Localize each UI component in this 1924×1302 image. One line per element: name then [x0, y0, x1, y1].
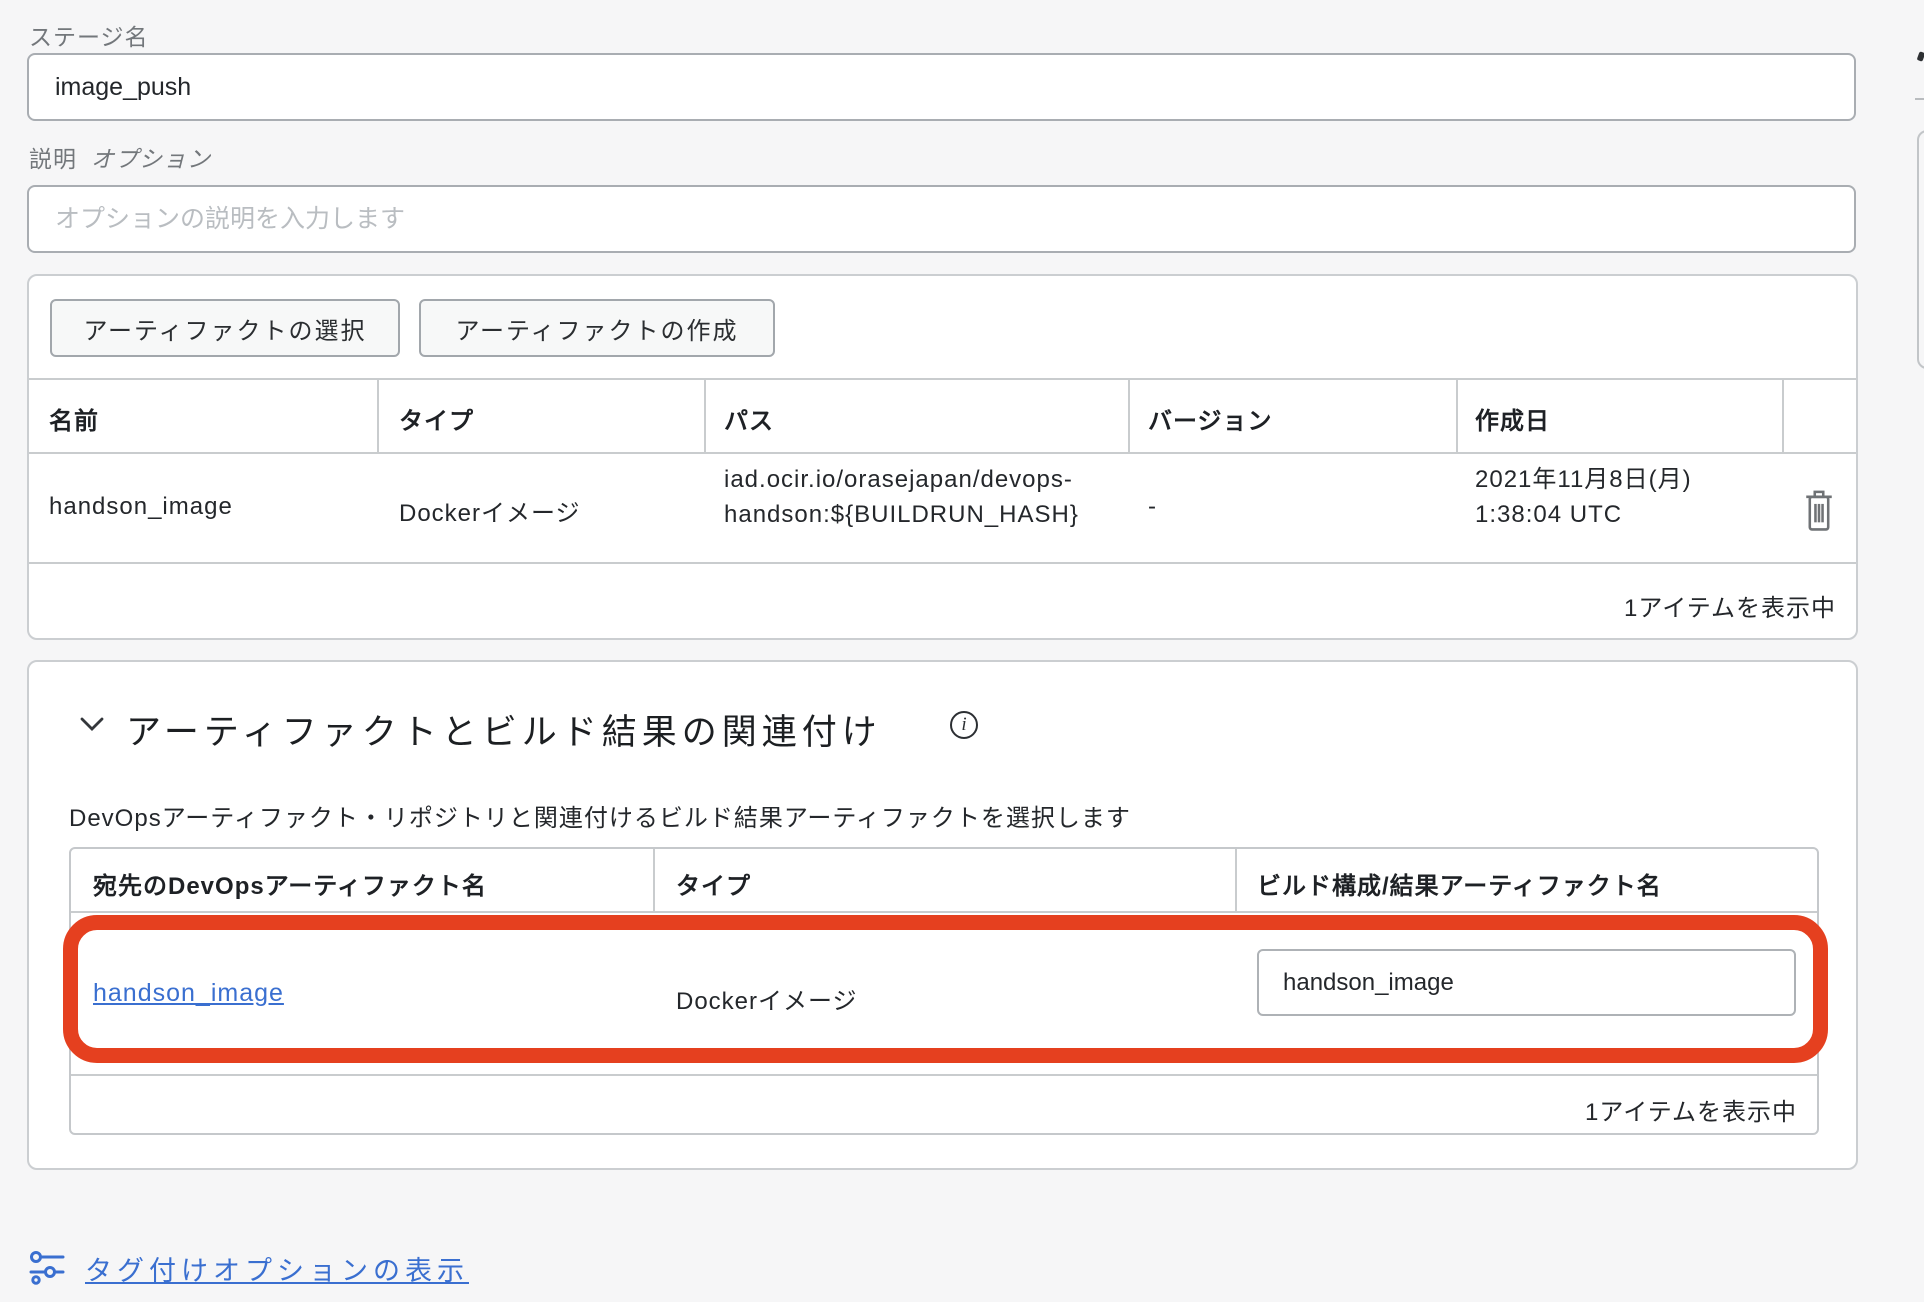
tagging-options-link[interactable]: タグ付けオプションの表示: [85, 1249, 469, 1288]
column-header-name: 名前: [49, 401, 99, 436]
build-artifact-input[interactable]: [1257, 949, 1796, 1016]
column-header-path: パス: [724, 401, 774, 436]
artifact-name-cell: handson_image: [49, 493, 233, 521]
description-label: 説明オプション: [29, 140, 211, 174]
column-header-build-artifact: ビルド構成/結果アーティファクト名: [1257, 866, 1662, 901]
column-header-target-artifact: 宛先のDevOpsアーティファクト名: [93, 866, 487, 901]
column-header-version: バージョン: [1148, 401, 1273, 436]
description-input[interactable]: [27, 185, 1856, 253]
column-divider: [1782, 378, 1784, 452]
column-divider: [704, 378, 706, 452]
column-header-type: タイプ: [676, 866, 751, 901]
trash-icon: [1802, 521, 1836, 536]
association-description: DevOpsアーティファクト・リポジトリと関連付けるビルド結果アーティファクトを…: [69, 798, 1131, 833]
artifact-created-line1: 2021年11月8日(月): [1475, 462, 1692, 497]
artifact-table-footer: 1アイテムを表示中: [1624, 588, 1836, 623]
column-divider: [1456, 378, 1458, 452]
table-row-border: [29, 562, 1856, 564]
stage-name-input[interactable]: [27, 53, 1856, 121]
chevron-down-icon: [79, 719, 105, 736]
column-header-created: 作成日: [1475, 401, 1550, 436]
association-type-cell: Dockerイメージ: [676, 981, 858, 1016]
info-icon[interactable]: i: [950, 711, 978, 739]
artifact-created-cell: 2021年11月8日(月) 1:38:04 UTC: [1475, 462, 1692, 532]
column-divider: [1128, 378, 1130, 452]
delete-artifact-button[interactable]: [1799, 488, 1839, 536]
column-divider: [1235, 849, 1237, 911]
association-table: 宛先のDevOpsアーティファクト名 タイプ ビルド構成/結果アーティファクト名…: [69, 847, 1819, 1135]
association-panel: アーティファクトとビルド結果の関連付け i DevOpsアーティファクト・リポジ…: [27, 660, 1858, 1170]
collapse-toggle[interactable]: [79, 716, 105, 737]
table-header-border: [29, 452, 1856, 454]
table-header-border: [71, 911, 1817, 913]
association-table-footer: 1アイテムを表示中: [1585, 1092, 1797, 1127]
artifact-type-cell: Dockerイメージ: [399, 493, 581, 528]
association-section-title: アーティファクトとビルド結果の関連付け: [126, 704, 882, 755]
stage-name-label: ステージ名: [29, 18, 149, 52]
column-divider: [377, 378, 379, 452]
artifact-path-cell: iad.ocir.io/orasejapan/devops- handson:$…: [724, 462, 1079, 532]
cutoff-divider: [1915, 98, 1924, 100]
artifact-version-cell: -: [1148, 493, 1157, 521]
table-row-border: [71, 1074, 1817, 1076]
side-panel-edge: [1917, 130, 1924, 369]
description-label-text: 説明: [29, 146, 77, 172]
create-artifact-button[interactable]: アーティファクトの作成: [419, 299, 775, 357]
artifact-path-line1: iad.ocir.io/orasejapan/devops-: [724, 462, 1079, 497]
artifact-path-line2: handson:${BUILDRUN_HASH}: [724, 497, 1079, 532]
column-header-type: タイプ: [399, 401, 474, 436]
select-artifact-button[interactable]: アーティファクトの選択: [50, 299, 400, 357]
artifact-created-line2: 1:38:04 UTC: [1475, 497, 1692, 532]
sliders-icon: [27, 1247, 67, 1290]
table-top-border: [29, 378, 1856, 380]
column-divider: [653, 849, 655, 911]
description-optional-text: オプション: [91, 146, 211, 172]
artifacts-panel: アーティファクトの選択 アーティファクトの作成 名前 タイプ パス バージョン …: [27, 274, 1858, 640]
cutoff-glyph: [1917, 51, 1924, 62]
handson-image-link[interactable]: handson_image: [93, 979, 284, 1008]
